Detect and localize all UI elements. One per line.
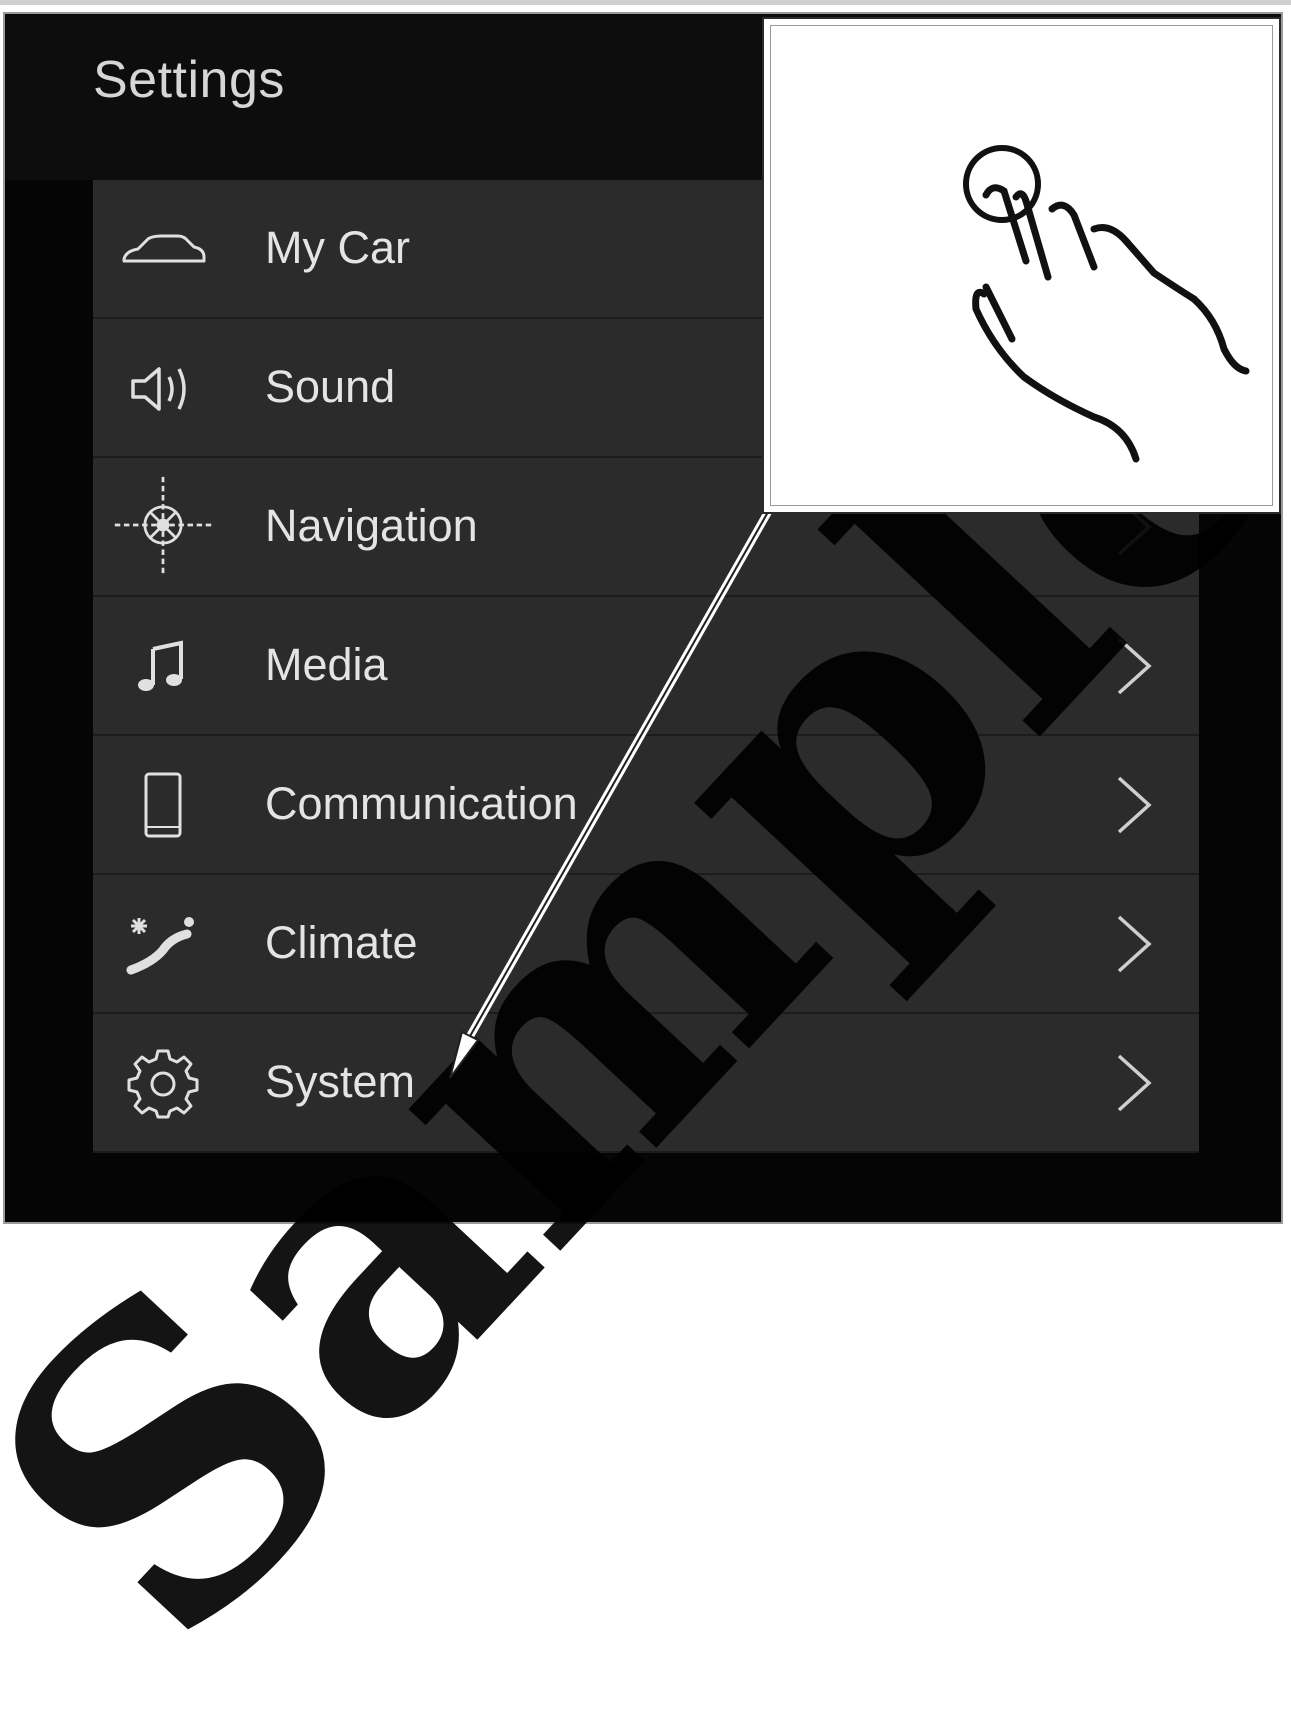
hand-tap-icon (963, 145, 1250, 463)
tap-callout (762, 17, 1281, 514)
